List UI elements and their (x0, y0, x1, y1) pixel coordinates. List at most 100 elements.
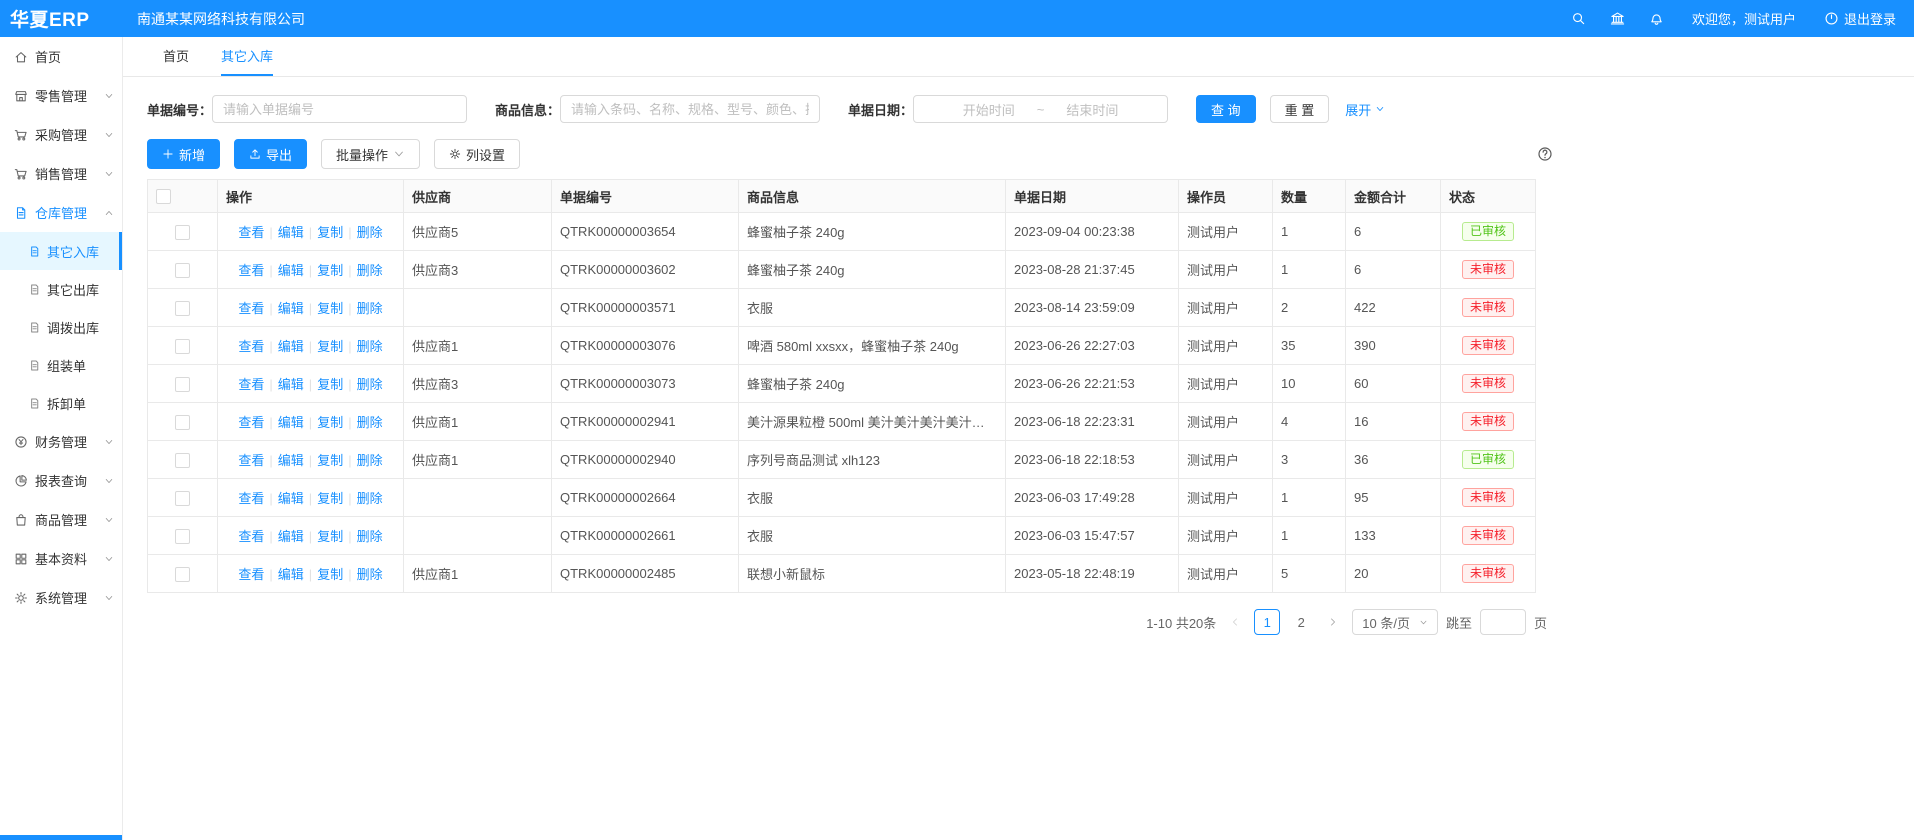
bill-no-input[interactable] (212, 95, 467, 123)
delete-link[interactable]: 删除 (357, 415, 383, 430)
copy-link[interactable]: 复制 (317, 491, 343, 506)
view-link[interactable]: 查看 (238, 453, 264, 468)
view-link[interactable]: 查看 (238, 415, 264, 430)
view-link[interactable]: 查看 (238, 339, 264, 354)
page-size-select[interactable]: 10 条/页 (1352, 609, 1438, 635)
sidebar-subitem-assembly[interactable]: 组装单 (0, 346, 122, 384)
edit-link[interactable]: 编辑 (278, 301, 304, 316)
row-checkbox[interactable] (175, 567, 190, 582)
page-2-button[interactable]: 2 (1288, 609, 1314, 635)
bill-no-cell: QTRK00000003073 (552, 365, 739, 403)
edit-link[interactable]: 编辑 (278, 453, 304, 468)
actions-cell: 查看|编辑|复制|删除 (218, 479, 404, 517)
column-header-status: 状态 (1441, 180, 1536, 213)
add-button[interactable]: 新增 (147, 139, 220, 169)
sidebar-subitem-transfer-outbound[interactable]: 调拨出库 (0, 308, 122, 346)
delete-link[interactable]: 删除 (357, 301, 383, 316)
action-divider: | (348, 377, 351, 392)
copy-link[interactable]: 复制 (317, 301, 343, 316)
copy-link[interactable]: 复制 (317, 263, 343, 278)
logout-button[interactable]: 退出登录 (1824, 9, 1896, 28)
row-checkbox[interactable] (175, 301, 190, 316)
view-link[interactable]: 查看 (238, 301, 264, 316)
export-button[interactable]: 导出 (234, 139, 307, 169)
delete-link[interactable]: 删除 (357, 529, 383, 544)
column-settings-button[interactable]: 列设置 (434, 139, 520, 169)
view-link[interactable]: 查看 (238, 225, 264, 240)
delete-link[interactable]: 删除 (357, 377, 383, 392)
prev-page-button[interactable] (1224, 609, 1246, 635)
delete-link[interactable]: 删除 (357, 339, 383, 354)
search-icon[interactable] (1571, 11, 1586, 26)
sidebar-subitem-other-outbound[interactable]: 其它出库 (0, 270, 122, 308)
reset-button[interactable]: 重 置 (1270, 95, 1330, 123)
row-checkbox[interactable] (175, 339, 190, 354)
row-checkbox[interactable] (175, 529, 190, 544)
copy-link[interactable]: 复制 (317, 225, 343, 240)
status-badge: 未审核 (1462, 412, 1514, 431)
search-button[interactable]: 查 询 (1196, 95, 1256, 123)
sidebar-item-basic[interactable]: 基本资料 (0, 539, 122, 578)
edit-link[interactable]: 编辑 (278, 491, 304, 506)
date-range-picker[interactable]: 开始时间 ~ 结束时间 (913, 95, 1168, 123)
sidebar-item-finance[interactable]: 财务管理 (0, 422, 122, 461)
action-divider: | (309, 377, 312, 392)
bell-icon[interactable] (1649, 11, 1664, 26)
tab-home[interactable]: 首页 (163, 37, 189, 76)
row-checkbox[interactable] (175, 263, 190, 278)
copy-link[interactable]: 复制 (317, 377, 343, 392)
edit-link[interactable]: 编辑 (278, 567, 304, 582)
sidebar-item-system[interactable]: 系统管理 (0, 578, 122, 617)
tab-other-inbound[interactable]: 其它入库 (221, 37, 273, 76)
view-link[interactable]: 查看 (238, 263, 264, 278)
copy-link[interactable]: 复制 (317, 529, 343, 544)
delete-link[interactable]: 删除 (357, 567, 383, 582)
batch-actions-button[interactable]: 批量操作 (321, 139, 420, 169)
cart-icon (14, 167, 28, 181)
row-checkbox[interactable] (175, 491, 190, 506)
expand-link[interactable]: 展开 (1345, 100, 1385, 119)
view-link[interactable]: 查看 (238, 529, 264, 544)
copy-link[interactable]: 复制 (317, 453, 343, 468)
sidebar-item-report[interactable]: 报表查询 (0, 461, 122, 500)
goods-info-input[interactable] (560, 95, 820, 123)
edit-link[interactable]: 编辑 (278, 263, 304, 278)
qty-cell: 1 (1273, 479, 1346, 517)
row-checkbox[interactable] (175, 377, 190, 392)
sidebar-item-retail[interactable]: 零售管理 (0, 76, 122, 115)
row-checkbox[interactable] (175, 225, 190, 240)
supplier-cell (404, 479, 552, 517)
copy-link[interactable]: 复制 (317, 415, 343, 430)
row-checkbox[interactable] (175, 453, 190, 468)
view-link[interactable]: 查看 (238, 567, 264, 582)
page-1-button[interactable]: 1 (1254, 609, 1280, 635)
help-icon[interactable] (1537, 146, 1553, 162)
sidebar-item-warehouse[interactable]: 仓库管理 (0, 193, 122, 232)
edit-link[interactable]: 编辑 (278, 415, 304, 430)
sidebar-item-purchase[interactable]: 采购管理 (0, 115, 122, 154)
select-all-checkbox[interactable] (156, 189, 171, 204)
view-link[interactable]: 查看 (238, 377, 264, 392)
edit-link[interactable]: 编辑 (278, 377, 304, 392)
delete-link[interactable]: 删除 (357, 491, 383, 506)
edit-link[interactable]: 编辑 (278, 529, 304, 544)
delete-link[interactable]: 删除 (357, 453, 383, 468)
next-page-button[interactable] (1322, 609, 1344, 635)
copy-link[interactable]: 复制 (317, 339, 343, 354)
welcome-user[interactable]: 欢迎您，测试用户 (1692, 9, 1796, 28)
copy-link[interactable]: 复制 (317, 567, 343, 582)
delete-link[interactable]: 删除 (357, 225, 383, 240)
sidebar-item-sales[interactable]: 销售管理 (0, 154, 122, 193)
sidebar-item-goods[interactable]: 商品管理 (0, 500, 122, 539)
sidebar-item-home[interactable]: 首页 (0, 37, 122, 76)
platform-icon[interactable] (1610, 11, 1625, 26)
jump-page-input[interactable] (1480, 609, 1526, 635)
action-divider: | (309, 301, 312, 316)
edit-link[interactable]: 编辑 (278, 225, 304, 240)
view-link[interactable]: 查看 (238, 491, 264, 506)
edit-link[interactable]: 编辑 (278, 339, 304, 354)
sidebar-subitem-other-inbound[interactable]: 其它入库 (0, 232, 122, 270)
row-checkbox[interactable] (175, 415, 190, 430)
delete-link[interactable]: 删除 (357, 263, 383, 278)
sidebar-subitem-disassembly[interactable]: 拆卸单 (0, 384, 122, 422)
